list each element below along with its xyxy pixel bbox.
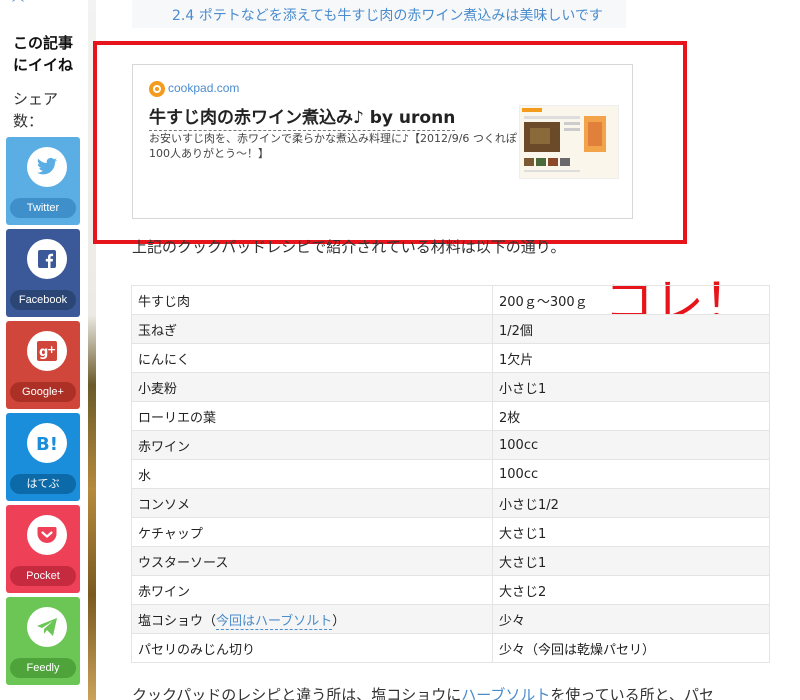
body-paragraph: クックパッドのレシピと違う所は、塩コショウにハーブソルトを使っている所と、パセ bbox=[132, 684, 714, 700]
red-highlight-box bbox=[93, 41, 687, 244]
ingredient-name: 牛すじ肉 bbox=[131, 285, 493, 315]
table-of-contents: 2.4 ポテトなどを添えても牛すじ肉の赤ワイン煮込みは美味しいです bbox=[132, 0, 626, 28]
ingredient-name: コンソメ bbox=[131, 488, 493, 518]
ingredient-amount: 大さじ1 bbox=[492, 517, 770, 547]
ingredient-name-text: 赤ワイン bbox=[138, 584, 191, 600]
share-sidebar: ⌒ この記事にイイね シェア数： Twitter Facebook g + Goo… bbox=[0, 0, 88, 700]
ingredient-amount: 少々 bbox=[492, 604, 770, 634]
ingredient-name: 水 bbox=[131, 459, 493, 489]
google-plus-icon: g + bbox=[27, 331, 67, 371]
table-row: 牛すじ肉 200ｇ～300ｇ bbox=[131, 285, 770, 315]
herb-salt-link[interactable]: ハーブソルト bbox=[461, 686, 550, 700]
paragraph-text-cont: を使っている所と、パセ bbox=[550, 686, 715, 700]
hatena-share-button[interactable]: B! はてぶ bbox=[6, 413, 80, 501]
ingredient-name: ウスターソース bbox=[131, 546, 493, 576]
ingredient-amount: 1/2個 bbox=[492, 314, 770, 344]
scroll-up-icon[interactable]: ⌒ bbox=[12, 0, 24, 13]
ingredient-name-text: にんにく bbox=[138, 352, 190, 368]
pocket-icon bbox=[27, 515, 67, 555]
feedly-share-button[interactable]: Feedly bbox=[6, 597, 80, 685]
herb-salt-inline-link[interactable]: 今回はハーブソルト bbox=[216, 613, 333, 630]
ingredient-amount: 少々（今回は乾燥パセリ） bbox=[492, 633, 770, 663]
ingredient-name-text: 水 bbox=[138, 468, 152, 484]
ingredient-amount: 200ｇ～300ｇ bbox=[492, 285, 770, 315]
table-row: にんにく 1欠片 bbox=[131, 343, 770, 373]
ingredient-name-text: 赤ワイン bbox=[138, 439, 191, 455]
like-title: この記事にイイね bbox=[13, 34, 74, 74]
hatena-b-icon: B! bbox=[27, 423, 67, 463]
ingredient-name: ローリエの葉 bbox=[131, 401, 493, 431]
ingredient-amount: 小さじ1/2 bbox=[492, 488, 770, 518]
twitter-bird-icon bbox=[27, 147, 67, 187]
table-row: ウスターソース 大さじ1 bbox=[131, 546, 770, 576]
table-row: 水 100cc bbox=[131, 459, 770, 489]
ingredient-name: ケチャップ bbox=[131, 517, 493, 547]
ingredients-intro: 上記のクックパッドレシピで紹介されている材料は以下の通り。 bbox=[132, 238, 566, 256]
google-plus-label: Google+ bbox=[10, 382, 76, 402]
article-content: 2.4 ポテトなどを添えても牛すじ肉の赤ワイン煮込みは美味しいです cookpa… bbox=[93, 0, 800, 700]
ingredient-name: 小麦粉 bbox=[131, 372, 493, 402]
ingredient-name-text: ウスターソース bbox=[138, 555, 229, 571]
table-row: ローリエの葉 2枚 bbox=[131, 401, 770, 431]
facebook-f-icon bbox=[27, 239, 67, 279]
paragraph-text: クックパッドのレシピと違う所は、塩コショウに bbox=[132, 686, 462, 700]
ingredient-name-text: コンソメ bbox=[138, 497, 191, 513]
feedly-plane-icon bbox=[27, 607, 67, 647]
google-plus-share-button[interactable]: g + Google+ bbox=[6, 321, 80, 409]
pocket-label: Pocket bbox=[10, 566, 76, 586]
ingredient-amount: 1欠片 bbox=[492, 343, 770, 373]
ingredient-name-text: 小麦粉 bbox=[138, 381, 178, 397]
table-row: 赤ワイン 大さじ2 bbox=[131, 575, 770, 605]
toc-item-2-4[interactable]: 2.4 ポテトなどを添えても牛すじ肉の赤ワイン煮込みは美味しいです bbox=[172, 5, 603, 25]
table-row: ケチャップ 大さじ1 bbox=[131, 517, 770, 547]
svg-text:+: + bbox=[47, 343, 56, 356]
table-row: 玉ねぎ 1/2個 bbox=[131, 314, 770, 344]
ingredient-name-text: 塩コショウ bbox=[138, 613, 204, 629]
ingredient-name: にんにく bbox=[131, 343, 493, 373]
ingredients-table: 牛すじ肉 200ｇ～300ｇ 玉ねぎ 1/2個 にんにく 1欠片 小麦粉 小さじ1 ローリエの葉… bbox=[131, 285, 770, 663]
table-row: 小麦粉 小さじ1 bbox=[131, 372, 770, 402]
ingredient-name: 赤ワイン bbox=[131, 430, 493, 460]
ingredient-amount: 2枚 bbox=[492, 401, 770, 431]
ingredient-name-text: パセリのみじん切り bbox=[138, 642, 256, 658]
facebook-share-button[interactable]: Facebook bbox=[6, 229, 80, 317]
ingredient-name: 玉ねぎ bbox=[131, 314, 493, 344]
ingredient-name-text: ケチャップ bbox=[138, 526, 203, 542]
table-row: コンソメ 小さじ1/2 bbox=[131, 488, 770, 518]
pocket-share-button[interactable]: Pocket bbox=[6, 505, 80, 593]
svg-text:B!: B! bbox=[36, 434, 58, 453]
twitter-share-button[interactable]: Twitter bbox=[6, 137, 80, 225]
ingredient-amount: 100cc bbox=[492, 430, 770, 460]
ingredient-name: パセリのみじん切り bbox=[131, 633, 493, 663]
ingredient-amount: 100cc bbox=[492, 459, 770, 489]
table-row: 赤ワイン 100cc bbox=[131, 430, 770, 460]
feedly-label: Feedly bbox=[10, 658, 76, 678]
ingredient-amount: 小さじ1 bbox=[492, 372, 770, 402]
twitter-label: Twitter bbox=[10, 198, 76, 218]
ingredient-name-text: 玉ねぎ bbox=[138, 323, 178, 339]
facebook-label: Facebook bbox=[10, 290, 76, 310]
ingredient-amount: 大さじ1 bbox=[492, 546, 770, 576]
table-row: パセリのみじん切り 少々（今回は乾燥パセリ） bbox=[131, 633, 770, 663]
ingredient-name-text: 牛すじ肉 bbox=[138, 294, 191, 310]
share-count-label: シェア数： bbox=[13, 90, 59, 130]
ingredient-name: 塩コショウ（今回はハーブソルト） bbox=[131, 604, 493, 634]
ingredient-name: 赤ワイン bbox=[131, 575, 493, 605]
ingredient-amount: 大さじ2 bbox=[492, 575, 770, 605]
ingredient-name-text: ローリエの葉 bbox=[138, 410, 217, 426]
hatena-label: はてぶ bbox=[10, 474, 76, 494]
table-row: 塩コショウ（今回はハーブソルト） 少々 bbox=[131, 604, 770, 634]
